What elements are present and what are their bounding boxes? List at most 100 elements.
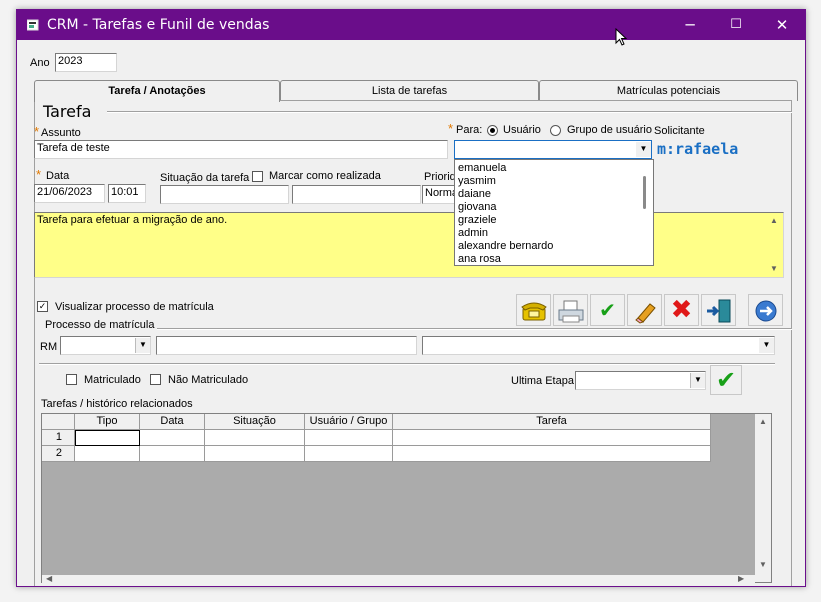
para-combobox[interactable]: ▼ [454,140,652,159]
visualizar-processo-label: Visualizar processo de matrícula [55,301,214,313]
column-header-tipo[interactable]: Tipo [75,414,140,430]
table-cell[interactable] [140,430,205,446]
para-label: Para: [456,124,483,136]
para-dropdown-list[interactable]: emanuela yasmim daiane giovana graziele … [454,159,654,266]
description-textarea[interactable]: Tarefa para efetuar a migração de ano. [34,212,784,278]
exit-door-icon[interactable] [701,294,736,326]
description-scrollbar[interactable]: ▲ ▼ [767,213,783,277]
table-cell[interactable] [205,430,305,446]
row-header[interactable]: 2 [42,446,75,462]
confirm-check-icon[interactable]: ✔ [590,294,625,326]
rm-combobox[interactable]: ▼ [60,336,151,355]
chevron-down-icon[interactable]: ▼ [636,142,651,157]
table-cell[interactable] [75,430,140,446]
hora-field[interactable]: 10:01 [108,184,146,203]
eraser-icon[interactable] [627,294,662,326]
processo-group-line [157,328,792,330]
tab-lista-de-tarefas[interactable]: Lista de tarefas [280,80,539,101]
ultima-etapa-combobox[interactable]: ▼ [575,371,706,390]
situacao-field[interactable] [160,185,289,204]
table-cell[interactable] [75,446,140,462]
scroll-up-icon[interactable]: ▲ [770,216,778,225]
prioridade-field[interactable]: Norma [422,185,458,204]
historico-title: Tarefas / histórico relacionados [41,398,193,410]
tab-tarefa-anotacoes[interactable]: Tarefa / Anotações [34,80,280,102]
scroll-down-icon[interactable]: ▼ [770,264,778,273]
table-cell[interactable] [140,446,205,462]
window-title: CRM - Tarefas e Funil de vendas [47,17,270,33]
description-text: Tarefa para efetuar a migração de ano. [37,214,228,226]
table-cell[interactable] [393,446,711,462]
chevron-down-icon[interactable]: ▼ [690,373,705,388]
table-cell[interactable] [305,446,393,462]
table-cell[interactable] [393,430,711,446]
ano-label: Ano [30,57,50,69]
historico-grid[interactable]: Tipo Data Situação Usuário / Grupo Taref… [41,413,772,583]
nao-matriculado-checkbox[interactable] [150,374,161,385]
assunto-required-mark: * [34,124,40,139]
processo-combobox[interactable]: ▼ [422,336,775,355]
scroll-down-icon[interactable]: ▼ [759,560,767,569]
table-cell[interactable] [305,430,393,446]
list-item[interactable]: yasmim [458,175,496,188]
radio-grupo-usuario-label: Grupo de usuário [567,124,652,136]
table-cell[interactable] [205,446,305,462]
scroll-up-icon[interactable]: ▲ [759,417,767,426]
matriculado-checkbox[interactable] [66,374,77,385]
situacao-extra-field[interactable] [292,185,421,204]
para-required-mark: * [448,121,454,136]
chevron-down-icon[interactable]: ▼ [135,338,150,353]
column-header-situacao[interactable]: Situação [205,414,305,430]
column-header-data[interactable]: Data [140,414,205,430]
scroll-left-icon[interactable]: ◀ [46,574,52,583]
marcar-realizada-label: Marcar como realizada [269,170,381,182]
ultima-etapa-confirm-icon[interactable]: ✔ [710,365,742,395]
next-arrow-icon[interactable] [748,294,783,326]
solicitante-value: m:rafaela [657,140,739,158]
tab-matriculas-potenciais[interactable]: Matrículas potenciais [539,80,798,101]
list-item[interactable]: ana rosa [458,253,501,266]
ultima-etapa-label: Ultima Etapa [511,375,574,387]
list-item[interactable]: graziele [458,214,497,227]
maximize-button[interactable]: ☐ [713,10,759,40]
marcar-realizada-checkbox[interactable] [252,171,263,182]
grid-horizontal-scrollbar[interactable]: ◀ ▶ [42,574,755,583]
assunto-label: Assunto [41,127,81,139]
grid-corner [42,414,75,430]
minimize-button[interactable]: ─ [667,10,713,40]
crm-window: CRM - Tarefas e Funil de vendas ─ ☐ ✕ An… [16,9,806,587]
dropdown-scrollbar[interactable] [636,160,653,265]
grid-vertical-scrollbar[interactable]: ▲ ▼ [755,414,771,582]
list-item[interactable]: giovana [458,201,497,214]
list-item[interactable]: emanuela [458,162,506,175]
visualizar-processo-checkbox[interactable]: ✓ [37,301,48,312]
cancel-x-icon[interactable]: ✖ [664,294,699,326]
chevron-down-icon[interactable]: ▼ [759,338,774,353]
telephone-icon[interactable] [516,294,551,326]
rm-name-field[interactable] [156,336,417,355]
title-bar[interactable]: CRM - Tarefas e Funil de vendas ─ ☐ ✕ [17,10,805,40]
dropdown-scroll-thumb[interactable] [643,176,646,209]
app-icon [27,19,39,31]
ano-field[interactable]: 2023 [55,53,117,72]
data-field[interactable]: 21/06/2023 [34,184,105,203]
tarefa-group-line [107,111,792,113]
assunto-field[interactable]: Tarefa de teste [34,140,448,159]
radio-usuario[interactable] [487,125,498,136]
column-header-usuario-grupo[interactable]: Usuário / Grupo [305,414,393,430]
processo-group-title: Processo de matrícula [45,319,155,331]
printer-icon[interactable] [553,294,588,326]
nao-matriculado-label: Não Matriculado [168,374,249,386]
column-header-tarefa[interactable]: Tarefa [393,414,711,430]
list-item[interactable]: admin [458,227,488,240]
close-button[interactable]: ✕ [759,10,805,40]
radio-grupo-usuario[interactable] [550,125,561,136]
row-header[interactable]: 1 [42,430,75,446]
situacao-label: Situação da tarefa [160,172,250,184]
mouse-cursor-icon [615,28,628,46]
rm-label: RM [40,341,58,353]
data-label: Data [46,170,70,182]
scroll-right-icon[interactable]: ▶ [738,574,744,583]
list-item[interactable]: daiane [458,188,491,201]
list-item[interactable]: alexandre bernardo [458,240,553,253]
